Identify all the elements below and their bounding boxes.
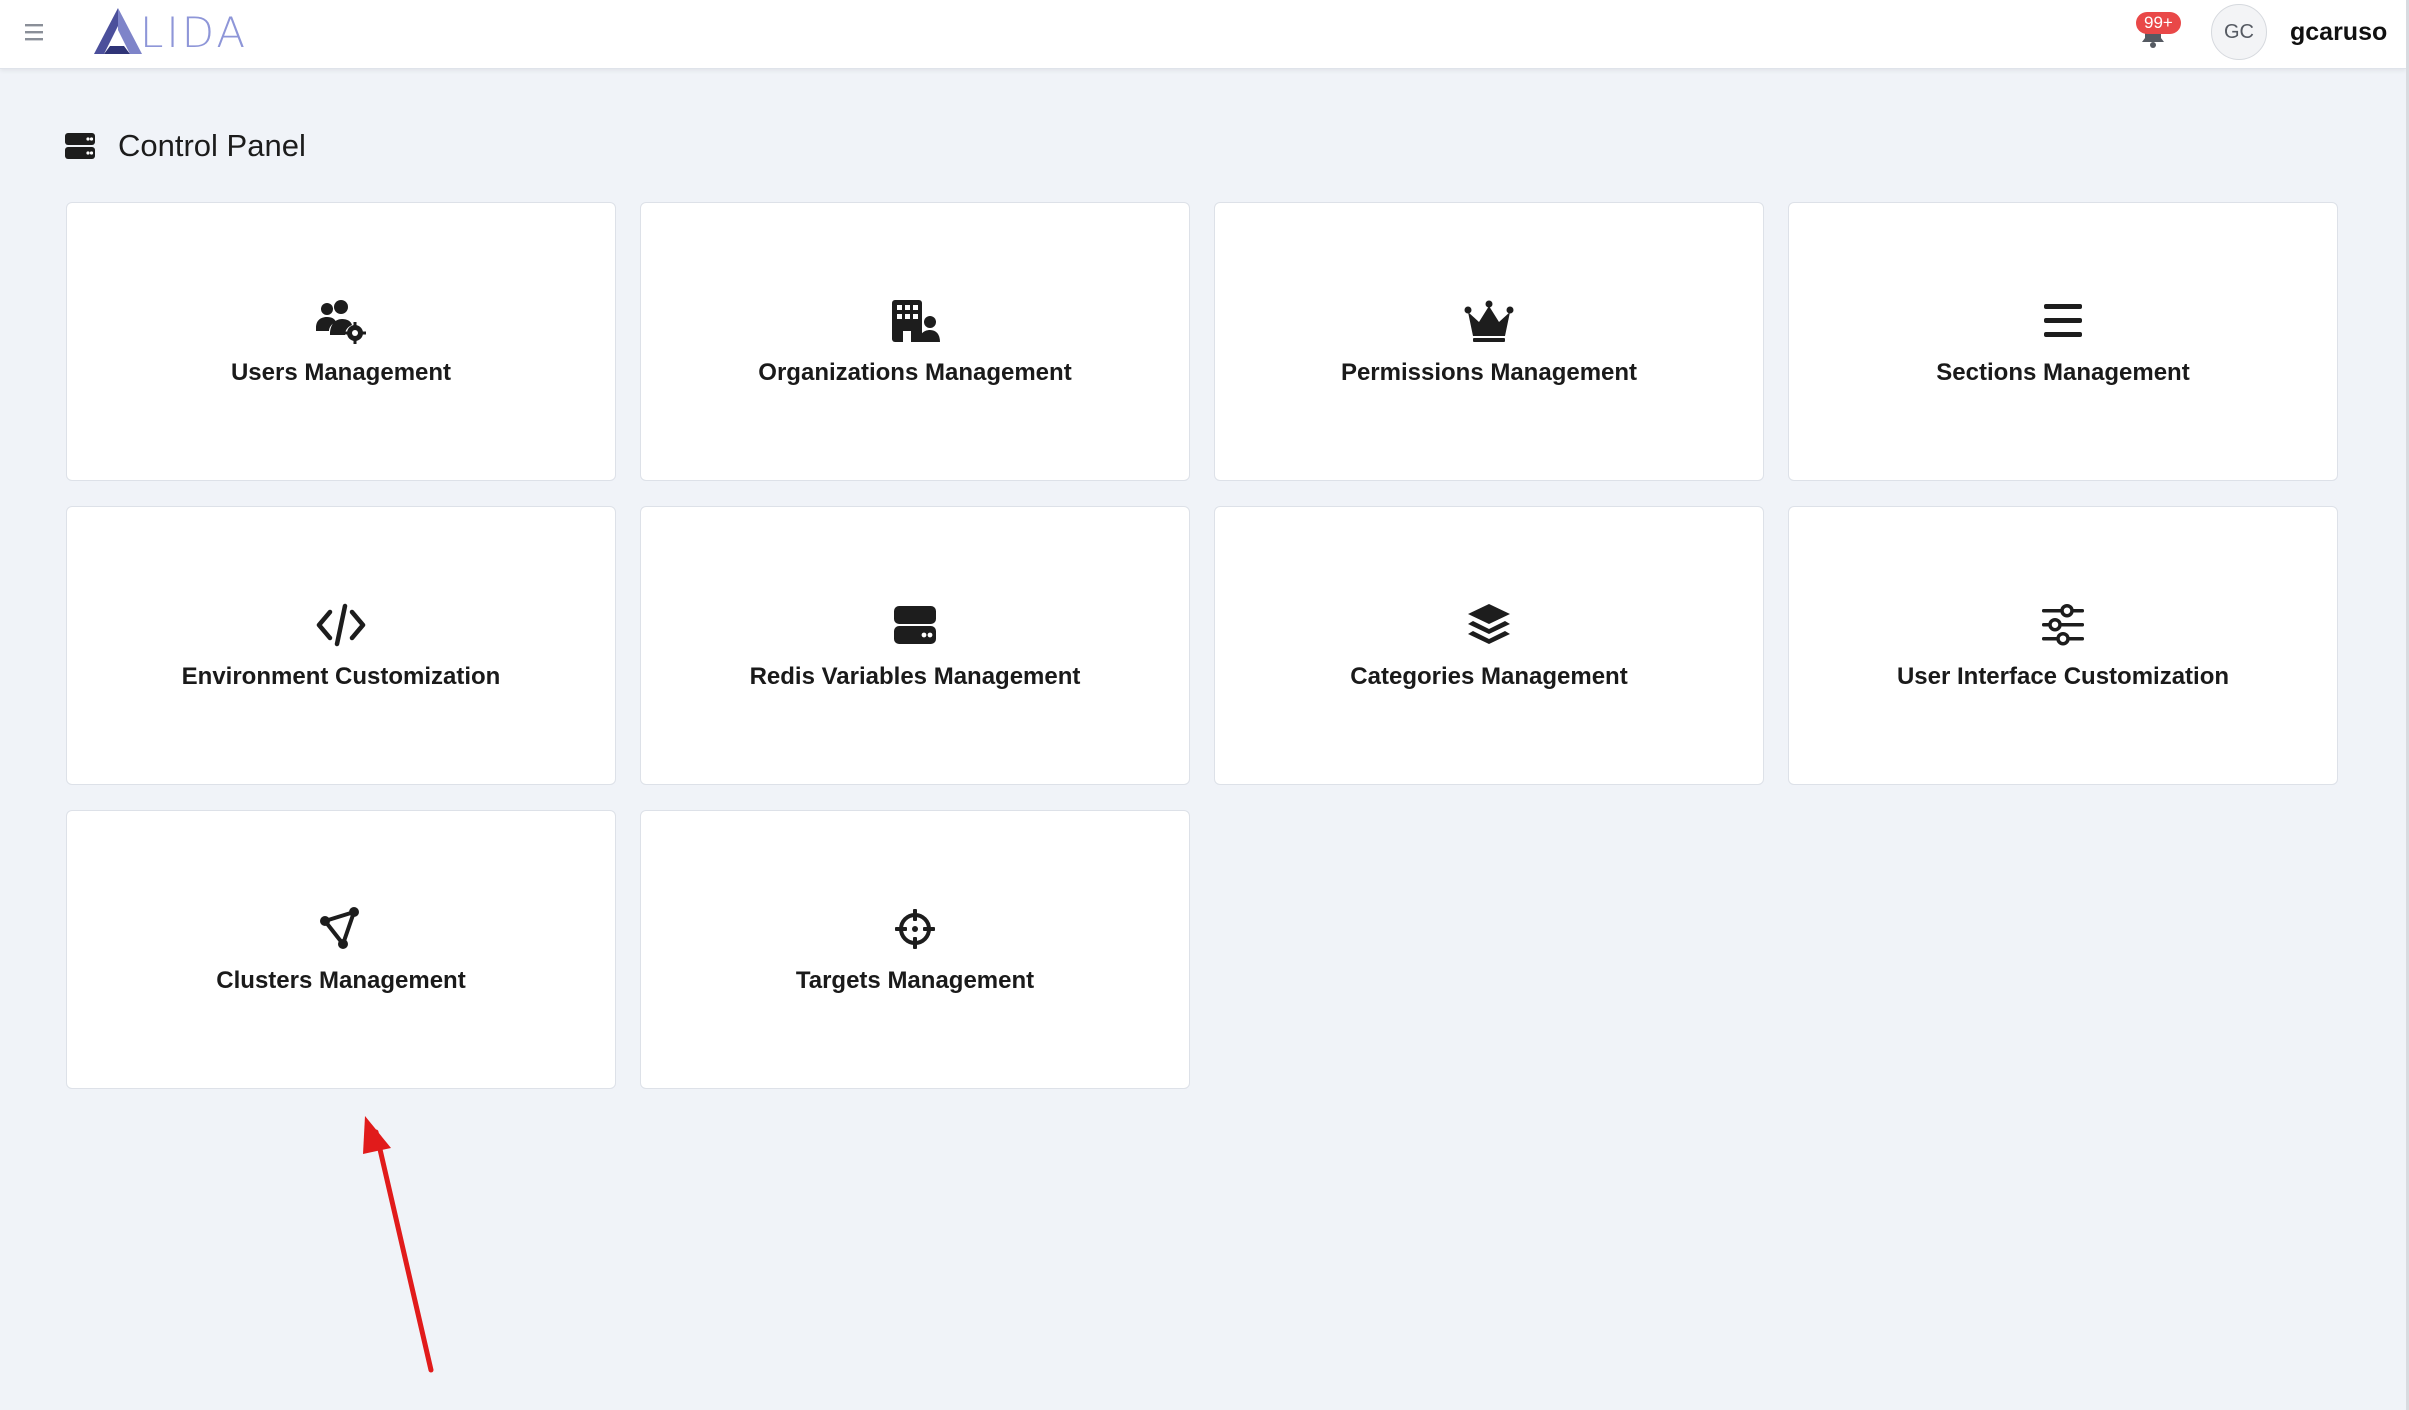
cluster-nodes-icon xyxy=(313,905,369,953)
permissions-management-card[interactable]: Permissions Management xyxy=(1214,202,1764,481)
environment-customization-card[interactable]: Environment Customization xyxy=(66,506,616,785)
card-label: Organizations Management xyxy=(758,358,1072,386)
server-icon xyxy=(65,133,95,159)
user-interface-customization-card[interactable]: User Interface Customization xyxy=(1788,506,2338,785)
card-label: Permissions Management xyxy=(1340,358,1638,386)
card-label: Redis Variables Management xyxy=(749,662,1081,690)
card-label: Users Management xyxy=(230,358,452,386)
card-label: Sections Management xyxy=(1936,358,2190,386)
card-label: User Interface Customization xyxy=(1896,662,2230,690)
categories-management-card[interactable]: Categories Management xyxy=(1214,506,1764,785)
bars-icon xyxy=(2035,297,2091,345)
page-title: Control Panel xyxy=(64,128,306,164)
building-user-icon xyxy=(887,297,943,345)
logo-text: LIDA xyxy=(140,7,249,57)
control-panel-grid: Users Management Organizations Managemen… xyxy=(66,202,2338,1089)
page-title-text: Control Panel xyxy=(118,128,306,163)
clusters-management-card[interactable]: Clusters Management xyxy=(66,810,616,1089)
red-annotation-arrow xyxy=(363,1116,434,1373)
sections-management-card[interactable]: Sections Management xyxy=(1788,202,2338,481)
server-icon xyxy=(887,601,943,649)
card-label: Categories Management xyxy=(1350,662,1628,690)
top-navbar: LIDA 99+ GC gcaruso xyxy=(0,0,2406,69)
code-icon xyxy=(313,601,369,649)
redis-variables-management-card[interactable]: Redis Variables Management xyxy=(640,506,1190,785)
card-label: Clusters Management xyxy=(216,966,466,994)
notification-badge: 99+ xyxy=(2136,12,2181,34)
organizations-management-card[interactable]: Organizations Management xyxy=(640,202,1190,481)
card-label: Targets Management xyxy=(795,966,1035,994)
hamburger-menu-icon[interactable] xyxy=(22,20,48,44)
user-avatar[interactable]: GC xyxy=(2211,4,2267,60)
users-management-card[interactable]: Users Management xyxy=(66,202,616,481)
crosshairs-icon xyxy=(887,905,943,953)
targets-management-card[interactable]: Targets Management xyxy=(640,810,1190,1089)
layers-icon xyxy=(1461,601,1517,649)
users-cog-icon xyxy=(313,297,369,345)
card-label: Environment Customization xyxy=(181,662,501,690)
logo-triangle-icon xyxy=(94,8,142,54)
sliders-icon xyxy=(2035,601,2091,649)
avatar-initials: GC xyxy=(2224,20,2254,43)
app-logo[interactable]: LIDA xyxy=(90,6,248,58)
username-label[interactable]: gcaruso xyxy=(2290,18,2387,47)
crown-icon xyxy=(1461,297,1517,345)
